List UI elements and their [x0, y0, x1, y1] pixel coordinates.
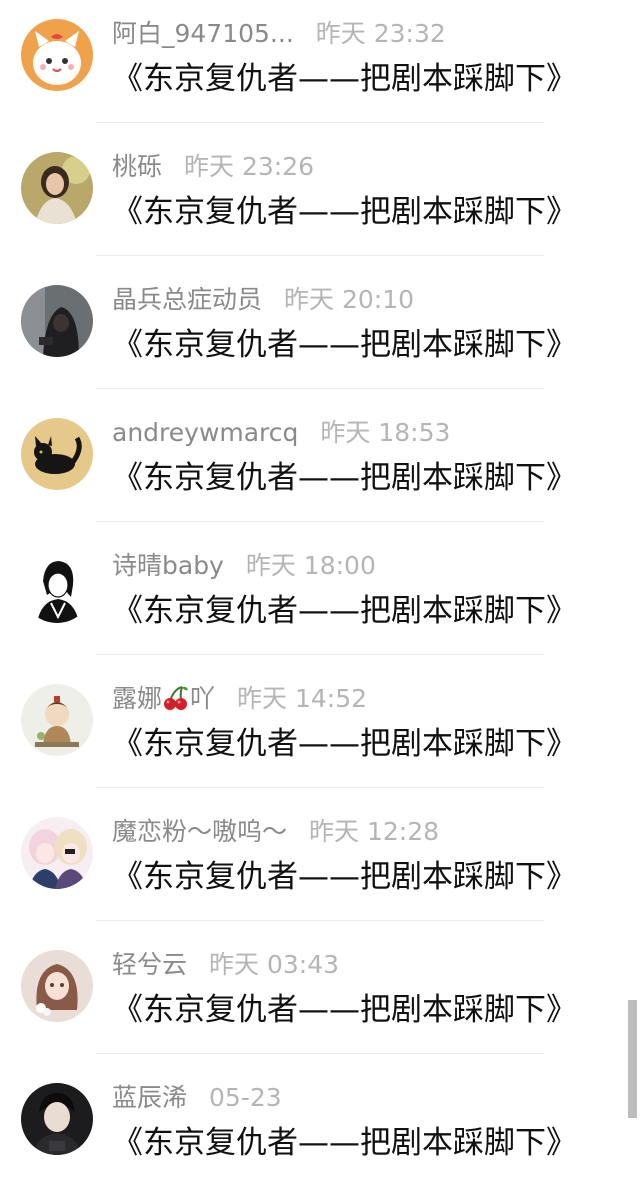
comment-item[interactable]: andreywmarcq 昨天 18:53 《东京复仇者——把剧本踩脚下》: [0, 399, 640, 532]
timestamp: 昨天 03:43: [209, 950, 340, 979]
boy-photo-avatar[interactable]: [21, 1083, 93, 1155]
divider: [96, 1053, 544, 1054]
comment-meta: 露娜 吖昨天 14:52: [112, 679, 367, 719]
comment-text: 《东京复仇者——把剧本踩脚下》: [112, 593, 577, 629]
timestamp: 昨天 18:00: [245, 551, 376, 580]
anime-pair-avatar[interactable]: [21, 817, 93, 889]
comment-meta: 魔恋粉～嗷呜～ 昨天 12:28: [112, 812, 439, 852]
black-cat-avatar[interactable]: [21, 418, 93, 490]
username[interactable]: 阿白_947105...: [112, 19, 294, 48]
timestamp: 昨天 18:53: [320, 418, 451, 447]
chibi-character-avatar[interactable]: [21, 684, 93, 756]
anime-sketch-avatar[interactable]: [21, 551, 93, 623]
username[interactable]: 蓝辰浠: [112, 1083, 187, 1112]
comment-meta: andreywmarcq 昨天 18:53: [112, 413, 450, 453]
comment-meta: 诗晴baby 昨天 18:00: [112, 546, 376, 586]
comment-text: 《东京复仇者——把剧本踩脚下》: [112, 726, 577, 762]
comment-item[interactable]: 诗晴baby 昨天 18:00 《东京复仇者——把剧本踩脚下》: [0, 532, 640, 665]
timestamp: 昨天 23:26: [184, 152, 315, 181]
username-suffix: 吖: [190, 684, 216, 713]
divider: [96, 521, 544, 522]
username[interactable]: 轻兮云: [112, 950, 187, 979]
comment-item[interactable]: 桃砾 昨天 23:26 《东京复仇者——把剧本踩脚下》: [0, 133, 640, 266]
timestamp: 昨天 14:52: [237, 684, 368, 713]
cartoon-cat-avatar[interactable]: [21, 19, 93, 91]
comment-meta: 轻兮云 昨天 03:43: [112, 945, 339, 985]
comment-text: 《东京复仇者——把剧本踩脚下》: [112, 1125, 577, 1161]
divider: [96, 654, 544, 655]
comment-meta: 阿白_947105... 昨天 23:32: [112, 14, 446, 54]
username[interactable]: 露娜: [112, 684, 162, 713]
comment-text: 《东京复仇者——把剧本踩脚下》: [112, 327, 577, 363]
comment-item[interactable]: 魔恋粉～嗷呜～ 昨天 12:28 《东京复仇者——把剧本踩脚下》: [0, 798, 640, 931]
comment-item[interactable]: 露娜 吖昨天 14:52 《东京复仇者——把剧本踩脚下》: [0, 665, 640, 798]
comment-item[interactable]: 轻兮云 昨天 03:43 《东京复仇者——把剧本踩脚下》: [0, 931, 640, 1064]
comment-meta: 桃砾 昨天 23:26: [112, 147, 314, 187]
divider: [96, 920, 544, 921]
username[interactable]: 魔恋粉～嗷呜～: [112, 817, 287, 846]
divider: [96, 388, 544, 389]
divider: [96, 122, 544, 123]
cherries-icon: [162, 683, 190, 723]
comment-item[interactable]: 阿白_947105... 昨天 23:32 《东京复仇者——把剧本踩脚下》: [0, 0, 640, 133]
comment-item[interactable]: 蓝辰浠 05-23 《东京复仇者——把剧本踩脚下》: [0, 1064, 640, 1197]
username[interactable]: andreywmarcq: [112, 418, 298, 447]
comment-meta: 晶兵总症动员 昨天 20:10: [112, 280, 414, 320]
comment-text: 《东京复仇者——把剧本踩脚下》: [112, 61, 577, 97]
comment-item[interactable]: 晶兵总症动员 昨天 20:10 《东京复仇者——把剧本踩脚下》: [0, 266, 640, 399]
timestamp: 昨天 23:32: [315, 19, 446, 48]
comment-list: 阿白_947105... 昨天 23:32 《东京复仇者——把剧本踩脚下》 桃砾昨…: [0, 0, 640, 1174]
timestamp: 昨天 20:10: [284, 285, 415, 314]
username[interactable]: 桃砾: [112, 152, 162, 181]
girl-photo-avatar[interactable]: [21, 152, 93, 224]
divider: [96, 787, 544, 788]
comment-text: 《东京复仇者——把剧本踩脚下》: [112, 460, 577, 496]
timestamp: 昨天 12:28: [309, 817, 440, 846]
comment-text: 《东京复仇者——把剧本踩脚下》: [112, 859, 577, 895]
comment-text: 《东京复仇者——把剧本踩脚下》: [112, 992, 577, 1028]
hooded-figure-avatar[interactable]: [21, 285, 93, 357]
timestamp: 05-23: [209, 1083, 282, 1112]
divider: [96, 255, 544, 256]
comment-meta: 蓝辰浠 05-23: [112, 1078, 282, 1118]
anime-girl-avatar[interactable]: [21, 950, 93, 1022]
comment-text: 《东京复仇者——把剧本踩脚下》: [112, 194, 577, 230]
username[interactable]: 晶兵总症动员: [112, 285, 262, 314]
scrollbar[interactable]: [628, 1000, 637, 1118]
username[interactable]: 诗晴baby: [112, 551, 224, 580]
